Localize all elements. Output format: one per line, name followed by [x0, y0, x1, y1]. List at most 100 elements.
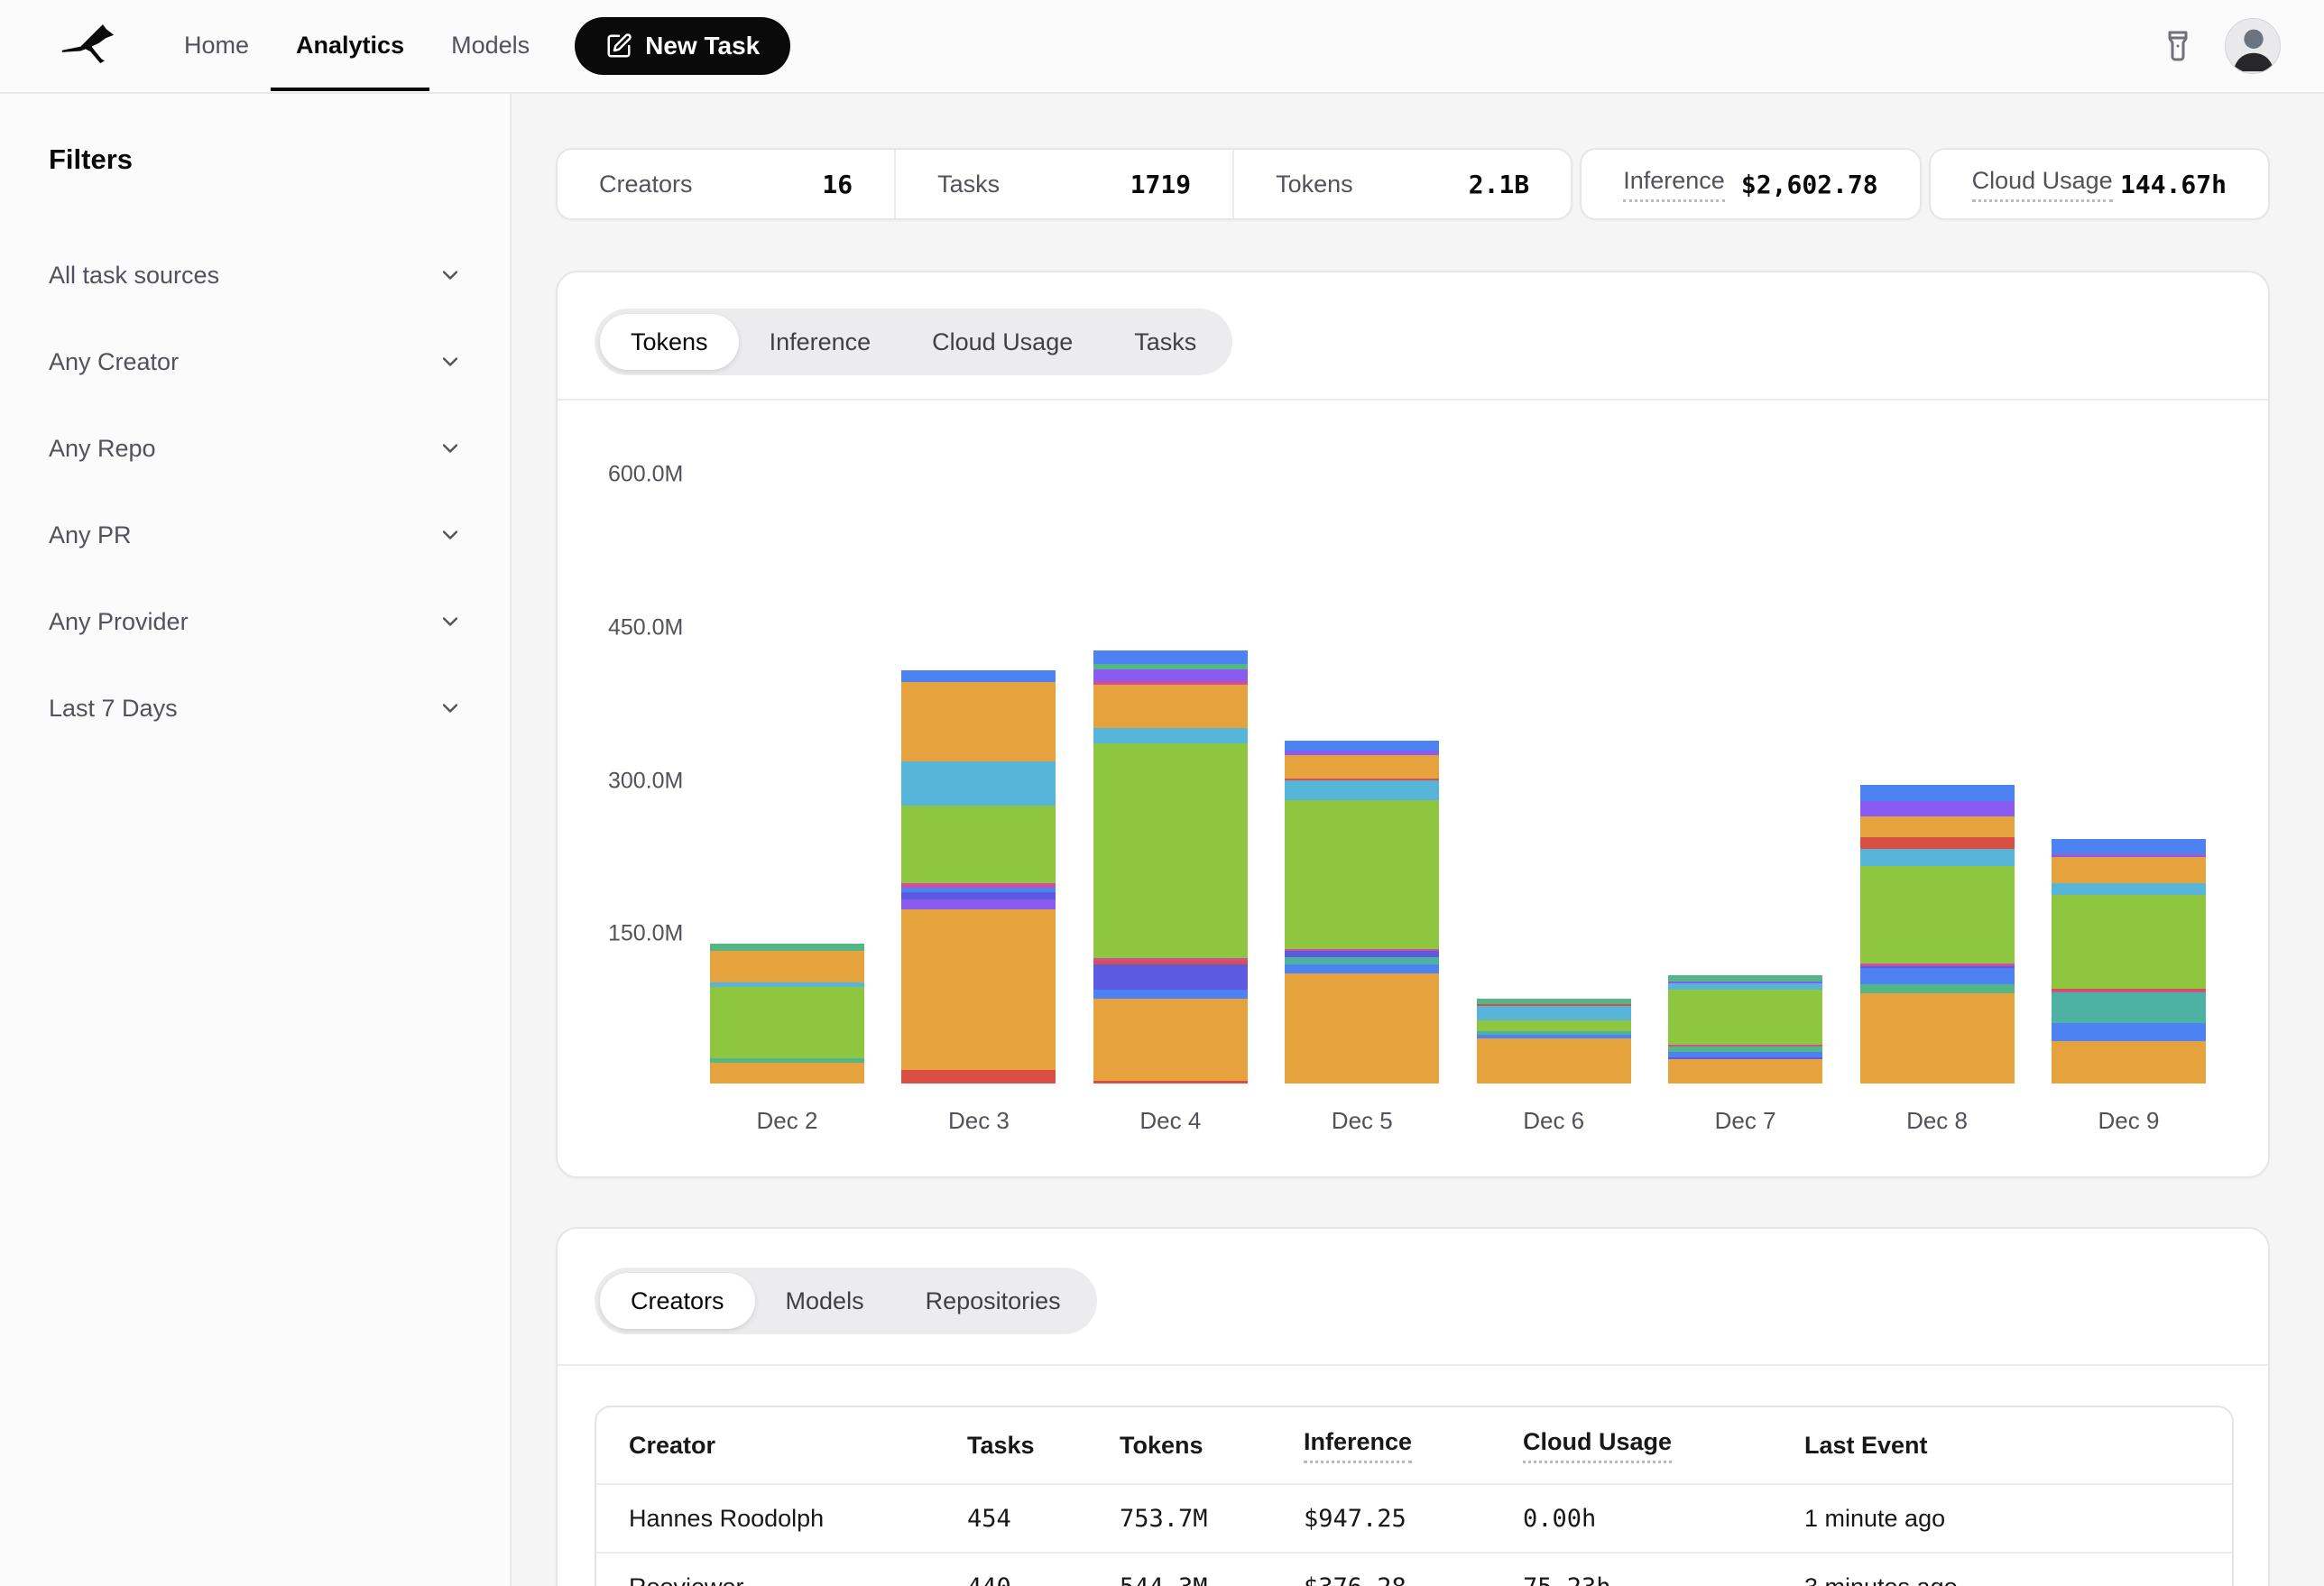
col-header-tasks: Tasks — [967, 1432, 1120, 1460]
creators-table: CreatorTasksTokensInferenceCloud UsageLa… — [595, 1406, 2234, 1586]
stat-tokens: Tokens 2.1B — [1232, 150, 1571, 218]
col-header-label: Tokens — [1120, 1432, 1204, 1459]
y-axis-tick: 150.0M — [608, 921, 683, 947]
chart-bars — [710, 650, 2206, 1083]
bar-segment-green — [1477, 1020, 1631, 1031]
filter-label: Last 7 Days — [49, 695, 178, 723]
bar-segment-blue — [901, 670, 1056, 683]
bar-segment-orange — [1860, 993, 2015, 1083]
stat-label: Tokens — [1276, 171, 1353, 198]
breakdown-tab-creators[interactable]: Creators — [600, 1273, 755, 1329]
new-task-button[interactable]: New Task — [575, 17, 790, 75]
bar-segment-orange — [1093, 999, 1248, 1081]
bar-dec-5[interactable] — [1285, 741, 1439, 1083]
bar-segment-teal — [1285, 957, 1439, 964]
stat-cloud-usage[interactable]: Cloud Usage144.67h — [1931, 150, 2268, 218]
top-nav: Home Analytics Models New Task — [0, 0, 2324, 94]
x-axis-label: Dec 3 — [901, 1107, 1056, 1135]
filter-all-task-sources[interactable]: All task sources — [0, 232, 510, 318]
nav-link-analytics[interactable]: Analytics — [296, 0, 404, 91]
nav-links: Home Analytics Models — [184, 0, 530, 93]
bar-segment-seafoam — [1860, 984, 2015, 993]
new-task-label: New Task — [645, 32, 760, 60]
bar-segment-orange — [710, 951, 864, 982]
cell-cloud_usage: 0.00h — [1523, 1505, 1804, 1533]
flashlight-icon[interactable] — [2158, 26, 2198, 66]
stat-label: Tasks — [937, 171, 1000, 198]
bar-segment-cyan — [901, 761, 1056, 807]
bar-segment-teal — [2052, 992, 2206, 1023]
chevron-down-icon — [438, 349, 463, 374]
kangaroo-logo[interactable] — [56, 16, 130, 76]
cell-tasks: 454 — [967, 1505, 1120, 1533]
bar-segment-orange — [1285, 755, 1439, 779]
table-row-hannes-roodolph[interactable]: Hannes Roodolph454753.7M$947.250.00h1 mi… — [596, 1483, 2232, 1552]
filter-label: Any PR — [49, 521, 132, 549]
bar-dec-2[interactable] — [710, 944, 864, 1083]
chart-tab-tokens[interactable]: Tokens — [600, 314, 739, 370]
filter-last-7-days[interactable]: Last 7 Days — [0, 665, 510, 752]
bar-segment-orange — [901, 909, 1056, 1071]
y-axis-tick: 450.0M — [608, 614, 683, 641]
stat-inference[interactable]: Inference$2,602.78 — [1582, 150, 1919, 218]
bar-segment-green — [2052, 895, 2206, 989]
filter-any-provider[interactable]: Any Provider — [0, 578, 510, 665]
chart-tab-cloud-usage[interactable]: Cloud Usage — [901, 314, 1103, 370]
stat-label: Cloud Usage — [1972, 167, 2113, 202]
bar-dec-3[interactable] — [901, 670, 1056, 1083]
chart-tab-tasks[interactable]: Tasks — [1103, 314, 1227, 370]
bar-dec-7[interactable] — [1668, 975, 1822, 1083]
chart-tab-inference[interactable]: Inference — [739, 314, 902, 370]
breakdown-tab-repositories[interactable]: Repositories — [895, 1273, 1092, 1329]
filter-any-pr[interactable]: Any PR — [0, 492, 510, 578]
table-body: Hannes Roodolph454753.7M$947.250.00h1 mi… — [596, 1483, 2232, 1586]
y-axis-tick: 300.0M — [608, 768, 683, 794]
col-header-tokens: Tokens — [1120, 1432, 1304, 1460]
sidebar-title: Filters — [49, 143, 510, 176]
bar-dec-9[interactable] — [2052, 839, 2206, 1083]
stat-creators: Creators16 — [558, 150, 894, 218]
chart-x-labels: Dec 2Dec 3Dec 4Dec 5Dec 6Dec 7Dec 8Dec 9 — [710, 1107, 2206, 1135]
x-axis-label: Dec 5 — [1285, 1107, 1439, 1135]
breakdown-panel: CreatorsModelsRepositories CreatorTasksT… — [556, 1227, 2270, 1586]
col-header-inference[interactable]: Inference — [1304, 1428, 1523, 1463]
bar-segment-blue — [1285, 964, 1439, 973]
bar-segment-red — [1093, 1081, 1248, 1083]
chevron-down-icon — [438, 696, 463, 721]
bar-segment-indigo — [1285, 951, 1439, 957]
stat-value: 144.67h — [2120, 170, 2227, 199]
tokens-bar-chart: Dec 2Dec 3Dec 4Dec 5Dec 6Dec 7Dec 8Dec 9… — [558, 401, 2268, 1176]
breakdown-tabs: CreatorsModelsRepositories — [595, 1268, 1097, 1334]
table-row-rooviewer[interactable]: Rooviewer440544.3M$376.2875.23h3 minutes… — [596, 1552, 2232, 1586]
main-content: Creators16Tasks1719Tokens2.1BInference$2… — [512, 94, 2324, 1586]
stat-label: Inference — [1623, 167, 1725, 202]
cell-last_event: 1 minute ago — [1804, 1505, 2232, 1533]
nav-link-models[interactable]: Models — [451, 0, 530, 91]
chevron-down-icon — [438, 263, 463, 288]
breakdown-tab-models[interactable]: Models — [755, 1273, 895, 1329]
bar-segment-indigo — [901, 892, 1056, 899]
bar-dec-8[interactable] — [1860, 785, 2015, 1083]
bar-segment-seafoam — [710, 944, 864, 951]
filter-any-creator[interactable]: Any Creator — [0, 318, 510, 405]
cell-inference: $947.25 — [1304, 1505, 1523, 1533]
bar-segment-cyan — [2052, 883, 2206, 894]
user-avatar[interactable] — [2225, 18, 2281, 74]
stat-card: Cloud Usage144.67h — [1929, 148, 2270, 220]
cell-tokens: 753.7M — [1120, 1505, 1304, 1533]
cell-inference: $376.28 — [1304, 1573, 1523, 1586]
bar-dec-4[interactable] — [1093, 650, 1248, 1083]
bar-segment-seafoam — [1668, 975, 1822, 982]
nav-right — [2158, 18, 2281, 74]
bar-dec-6[interactable] — [1477, 999, 1631, 1083]
filter-any-repo[interactable]: Any Repo — [0, 405, 510, 492]
bar-segment-blue — [1860, 785, 2015, 801]
bar-segment-cyan — [1668, 983, 1822, 990]
nav-link-home[interactable]: Home — [184, 0, 249, 91]
bar-segment-orange — [1668, 1059, 1822, 1083]
filter-label: Any Provider — [49, 608, 189, 636]
col-header-cloud-usage[interactable]: Cloud Usage — [1523, 1428, 1804, 1463]
stat-value: 2.1B — [1469, 170, 1529, 199]
chevron-down-icon — [438, 609, 463, 634]
bar-segment-blue — [2052, 1023, 2206, 1040]
